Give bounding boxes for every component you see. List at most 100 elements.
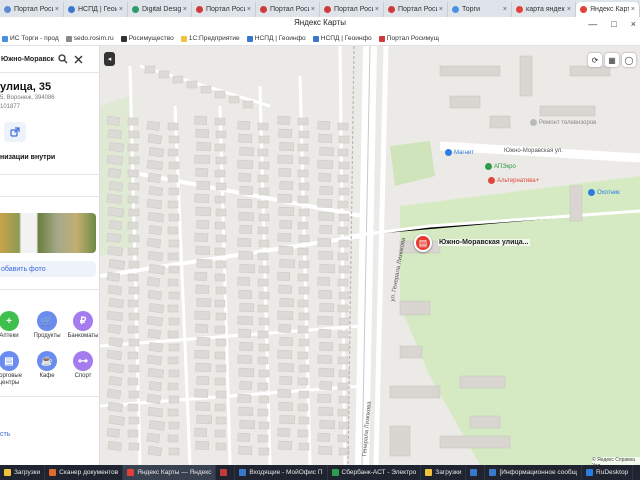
category-label: Аптеки (0, 333, 19, 339)
category-button[interactable]: ☕ Кафе (30, 351, 64, 380)
poi-pharmacy[interactable]: АПЭкро (485, 163, 516, 170)
map-canvas[interactable]: ⟳ ▦ ◯ ул. Генерала Лизюкова Южно-Моравск… (100, 46, 640, 465)
house-shape (297, 403, 309, 412)
close-icon[interactable] (72, 53, 84, 65)
house-shape (279, 219, 293, 229)
category-button[interactable]: ⊶ Спорт (66, 351, 99, 380)
close-tab-icon[interactable]: × (117, 6, 123, 13)
house-shape (257, 408, 269, 417)
category-label: Продукты (33, 333, 61, 339)
house-shape (338, 265, 350, 274)
favicon-icon (388, 6, 395, 13)
location-marker-icon[interactable]: ▤ (414, 234, 432, 252)
taskbar-item[interactable]: RuDesktop (582, 465, 634, 480)
taskbar-item[interactable]: Загрузки (421, 465, 467, 480)
taskbar-item[interactable]: Сбербанк-АСТ - Электро (328, 465, 422, 480)
browser-tab[interactable]: Портал Росимущ× (192, 2, 256, 17)
taskbar-item[interactable]: Входящие - МойОфис П (235, 465, 328, 480)
house-shape (277, 193, 293, 203)
close-tab-icon[interactable]: × (565, 6, 571, 13)
house-shape (214, 403, 226, 412)
poi-magnit[interactable]: Магнит (445, 149, 474, 156)
close-tab-icon[interactable]: × (437, 6, 443, 13)
house-shape (127, 221, 139, 230)
house-shape (195, 206, 212, 217)
organizations-inside[interactable]: низации внутри (0, 154, 55, 161)
taskbar-item[interactable]: [Информационное сообщ (485, 465, 583, 480)
browser-tab[interactable]: НСПД | Геоинф× (64, 2, 128, 17)
more-link[interactable]: сть (0, 431, 10, 438)
house-shape (338, 421, 350, 430)
close-tab-icon[interactable]: × (53, 6, 59, 13)
browser-tab[interactable]: Портал Росимущ× (0, 2, 64, 17)
poi-hunter[interactable]: Охотник (588, 189, 620, 196)
category-button[interactable]: ▤ Торговые центры (0, 351, 26, 387)
house-shape (127, 247, 139, 256)
taskbar-item[interactable] (466, 465, 486, 480)
house-shape (317, 393, 332, 403)
share-button[interactable] (4, 122, 26, 142)
browser-tab[interactable]: Портал Росимущ× (320, 2, 384, 17)
collapse-sidebar-button[interactable]: ◂ (104, 52, 115, 66)
taskbar-app-icon (49, 469, 57, 476)
search-input[interactable]: Южно-Моравская, д. (0, 56, 54, 63)
close-tab-icon[interactable]: × (181, 6, 187, 13)
bookmark-item[interactable]: Портал Росимущ (378, 35, 439, 42)
search-icon[interactable] (57, 53, 69, 65)
minimize-button[interactable]: — (588, 19, 597, 29)
bookmark-item[interactable]: Росимущество (120, 35, 174, 42)
house-shape (337, 434, 349, 443)
poi-alternativa[interactable]: Альтернатива+ (488, 177, 539, 184)
bookmark-icon (246, 35, 253, 42)
layers-button[interactable]: ⟳ (588, 53, 602, 67)
taskbar-item[interactable] (216, 465, 236, 480)
taskbar-item[interactable]: Загрузки (0, 465, 46, 480)
photo-gallery[interactable] (0, 213, 96, 253)
category-button[interactable]: + Аптеки (0, 311, 26, 340)
close-tab-icon[interactable]: × (501, 6, 507, 13)
map-copyright[interactable]: © Яндекс Справка Усл... (592, 457, 640, 465)
maximize-button[interactable]: □ (611, 19, 616, 29)
house-shape (147, 133, 163, 145)
poi-repair[interactable]: Ремонт телевизоров (530, 119, 596, 126)
close-tab-icon[interactable]: × (373, 6, 379, 13)
browser-tab[interactable]: Торги × (448, 2, 512, 17)
bookmark-item[interactable]: sedo.rosim.ru (65, 35, 114, 42)
taskbar-item[interactable]: Сканер документов (45, 465, 124, 480)
house-shape (214, 299, 226, 308)
close-tab-icon[interactable]: × (309, 6, 315, 13)
house-shape (258, 213, 270, 222)
house-shape (279, 141, 295, 152)
browser-tab[interactable]: Яндекс Карты× (576, 2, 640, 17)
house-shape (195, 323, 209, 333)
category-button[interactable]: ₽ Банкоматы (66, 311, 99, 340)
bookmark-item[interactable]: 1С:Предприятие (180, 35, 240, 42)
house-shape (107, 323, 122, 335)
profile-button[interactable]: ◯ (622, 53, 636, 67)
bookmark-item[interactable]: НСПД | Геоинфо (246, 35, 306, 42)
bookmark-item[interactable]: НСПД | Геоинфо (312, 35, 372, 42)
house-shape (214, 377, 226, 386)
browser-tab[interactable]: Digital Design W× (128, 2, 192, 17)
bookmark-item[interactable]: ИС Торги - прод (2, 35, 59, 42)
house-shape (278, 401, 294, 412)
browser-tab[interactable]: Портал Росимущ× (256, 2, 320, 17)
traffic-button[interactable]: ▦ (605, 53, 619, 67)
browser-tab[interactable]: Портал Росимущ× (384, 2, 448, 17)
house-shape (106, 388, 122, 400)
close-window-button[interactable]: × (631, 19, 636, 29)
house-shape (257, 434, 269, 443)
house-shape (297, 247, 309, 256)
add-photo-button[interactable]: обавить фото (0, 261, 96, 277)
house-shape (257, 382, 269, 391)
taskbar-item[interactable]: Яндекс Карты — Яндекс (123, 465, 217, 480)
house-shape (298, 182, 310, 191)
house-shape (337, 304, 349, 313)
marker-label[interactable]: Южно-Моравская улица... (438, 239, 530, 246)
category-button[interactable]: 🛒 Продукты (30, 311, 64, 340)
close-tab-icon[interactable]: × (629, 6, 635, 13)
house-shape (148, 185, 164, 197)
close-tab-icon[interactable]: × (245, 6, 251, 13)
browser-tab[interactable]: карта яндекс —× (512, 2, 576, 17)
tab-label: Торги (462, 6, 480, 13)
